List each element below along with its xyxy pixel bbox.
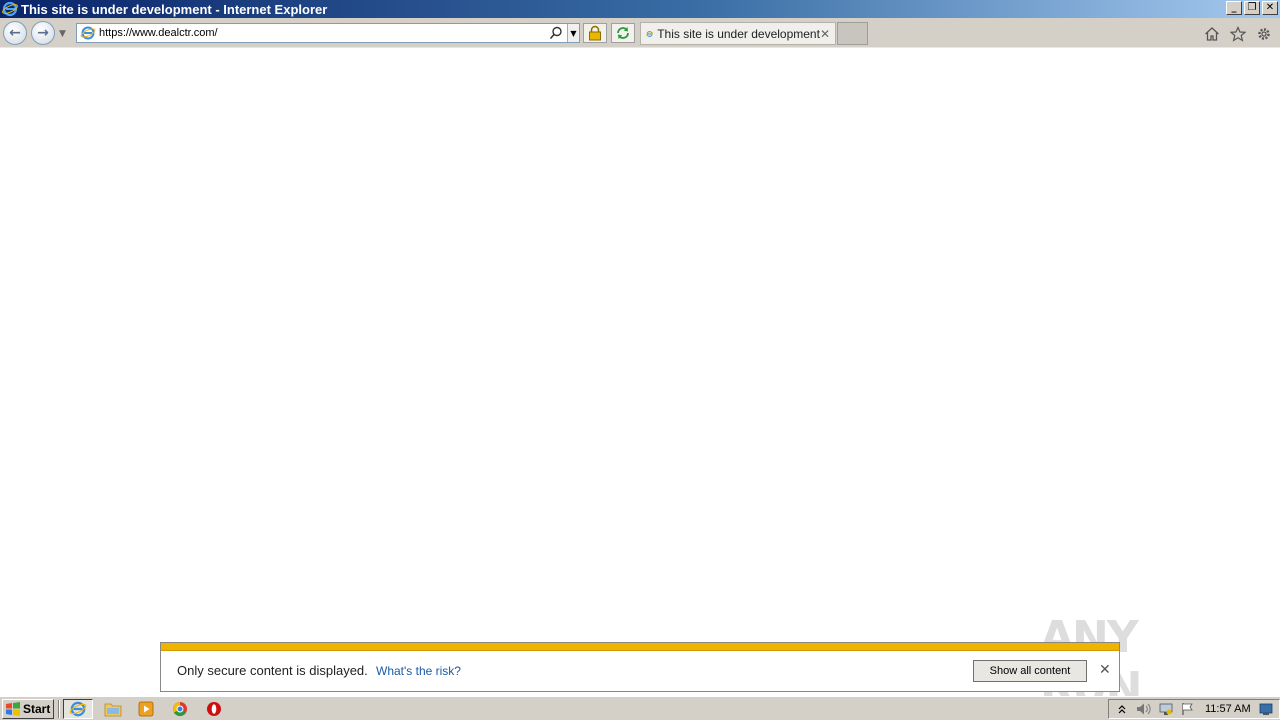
window-title: This site is under development - Interne…: [21, 1, 328, 17]
favorites-star-icon: [1230, 26, 1246, 42]
url-text[interactable]: https://www.dealctr.com/: [99, 27, 549, 39]
minimize-button[interactable]: _: [1226, 1, 1242, 15]
new-tab-button[interactable]: [837, 22, 868, 45]
volume-icon[interactable]: [1135, 701, 1153, 717]
page-content: [0, 48, 1280, 696]
show-desktop-icon[interactable]: [1259, 702, 1273, 716]
close-button[interactable]: ✕: [1262, 1, 1278, 15]
taskbar-file-explorer[interactable]: [98, 699, 128, 719]
lock-icon: [589, 25, 601, 41]
favorites-button[interactable]: [1228, 24, 1248, 44]
restore-button[interactable]: ❐: [1244, 1, 1260, 15]
folder-icon: [104, 703, 122, 717]
tab-this-site-under-development[interactable]: This site is under development ✕: [640, 22, 836, 45]
start-button[interactable]: Start: [2, 699, 54, 719]
refresh-icon: [617, 27, 629, 39]
internet-explorer-taskbar-icon: [69, 701, 87, 717]
security-lock-button[interactable]: [583, 23, 607, 43]
page-ie-icon: [80, 26, 96, 40]
home-button[interactable]: [1202, 24, 1222, 44]
address-dropdown[interactable]: ▼: [567, 24, 579, 42]
back-icon: ←: [9, 25, 21, 41]
gear-icon: [1258, 28, 1270, 40]
taskbar-chrome[interactable]: [165, 699, 195, 719]
back-button[interactable]: ←: [3, 21, 27, 45]
browser-toolbar: ← → ▼ https://www.dealctr.com/ ▼ This si…: [0, 18, 1280, 48]
taskbar-internet-explorer[interactable]: [63, 699, 93, 719]
address-bar[interactable]: https://www.dealctr.com/ ▼: [76, 23, 580, 43]
system-tray: 11:57 AM: [1108, 699, 1280, 719]
network-icon[interactable]: [1157, 701, 1175, 717]
internet-explorer-icon: [2, 1, 18, 17]
tray-expand-icon[interactable]: [1113, 701, 1131, 717]
windows-flag-icon: [6, 702, 20, 716]
taskbar-clock[interactable]: 11:57 AM: [1205, 703, 1251, 715]
start-label: Start: [23, 702, 51, 716]
tab-ie-icon: [646, 30, 653, 37]
taskbar-separator: [58, 700, 60, 718]
window-controls: _ ❐ ✕: [1226, 1, 1278, 15]
window-titlebar: This site is under development - Interne…: [0, 0, 1280, 18]
home-icon: [1205, 27, 1219, 41]
taskbar-media-player[interactable]: [131, 699, 161, 719]
whats-the-risk-link[interactable]: What's the risk?: [376, 664, 461, 678]
notification-close-icon[interactable]: ✕: [1099, 662, 1111, 678]
refresh-button[interactable]: [611, 23, 635, 43]
search-icon[interactable]: [549, 26, 563, 40]
notification-message: Only secure content is displayed.: [177, 663, 368, 678]
tab-close-icon[interactable]: ✕: [820, 27, 830, 41]
opera-icon: [207, 702, 221, 716]
taskbar-opera[interactable]: [199, 699, 229, 719]
media-player-icon: [138, 701, 154, 717]
action-center-flag-icon[interactable]: [1179, 701, 1197, 717]
tab-label: This site is under development: [657, 26, 820, 41]
recent-pages-dropdown[interactable]: ▼: [59, 29, 66, 39]
forward-icon: →: [37, 25, 49, 41]
tools-button[interactable]: [1254, 24, 1274, 44]
mixed-content-notification-bar: Only secure content is displayed. What's…: [160, 642, 1120, 692]
chrome-icon: [173, 702, 187, 716]
show-all-content-button[interactable]: Show all content: [973, 660, 1087, 682]
notification-accent-stripe: [161, 643, 1119, 651]
toolbar-right-buttons: [1202, 24, 1274, 44]
windows-taskbar: Start 11:57 AM: [0, 696, 1280, 720]
forward-button[interactable]: →: [31, 21, 55, 45]
